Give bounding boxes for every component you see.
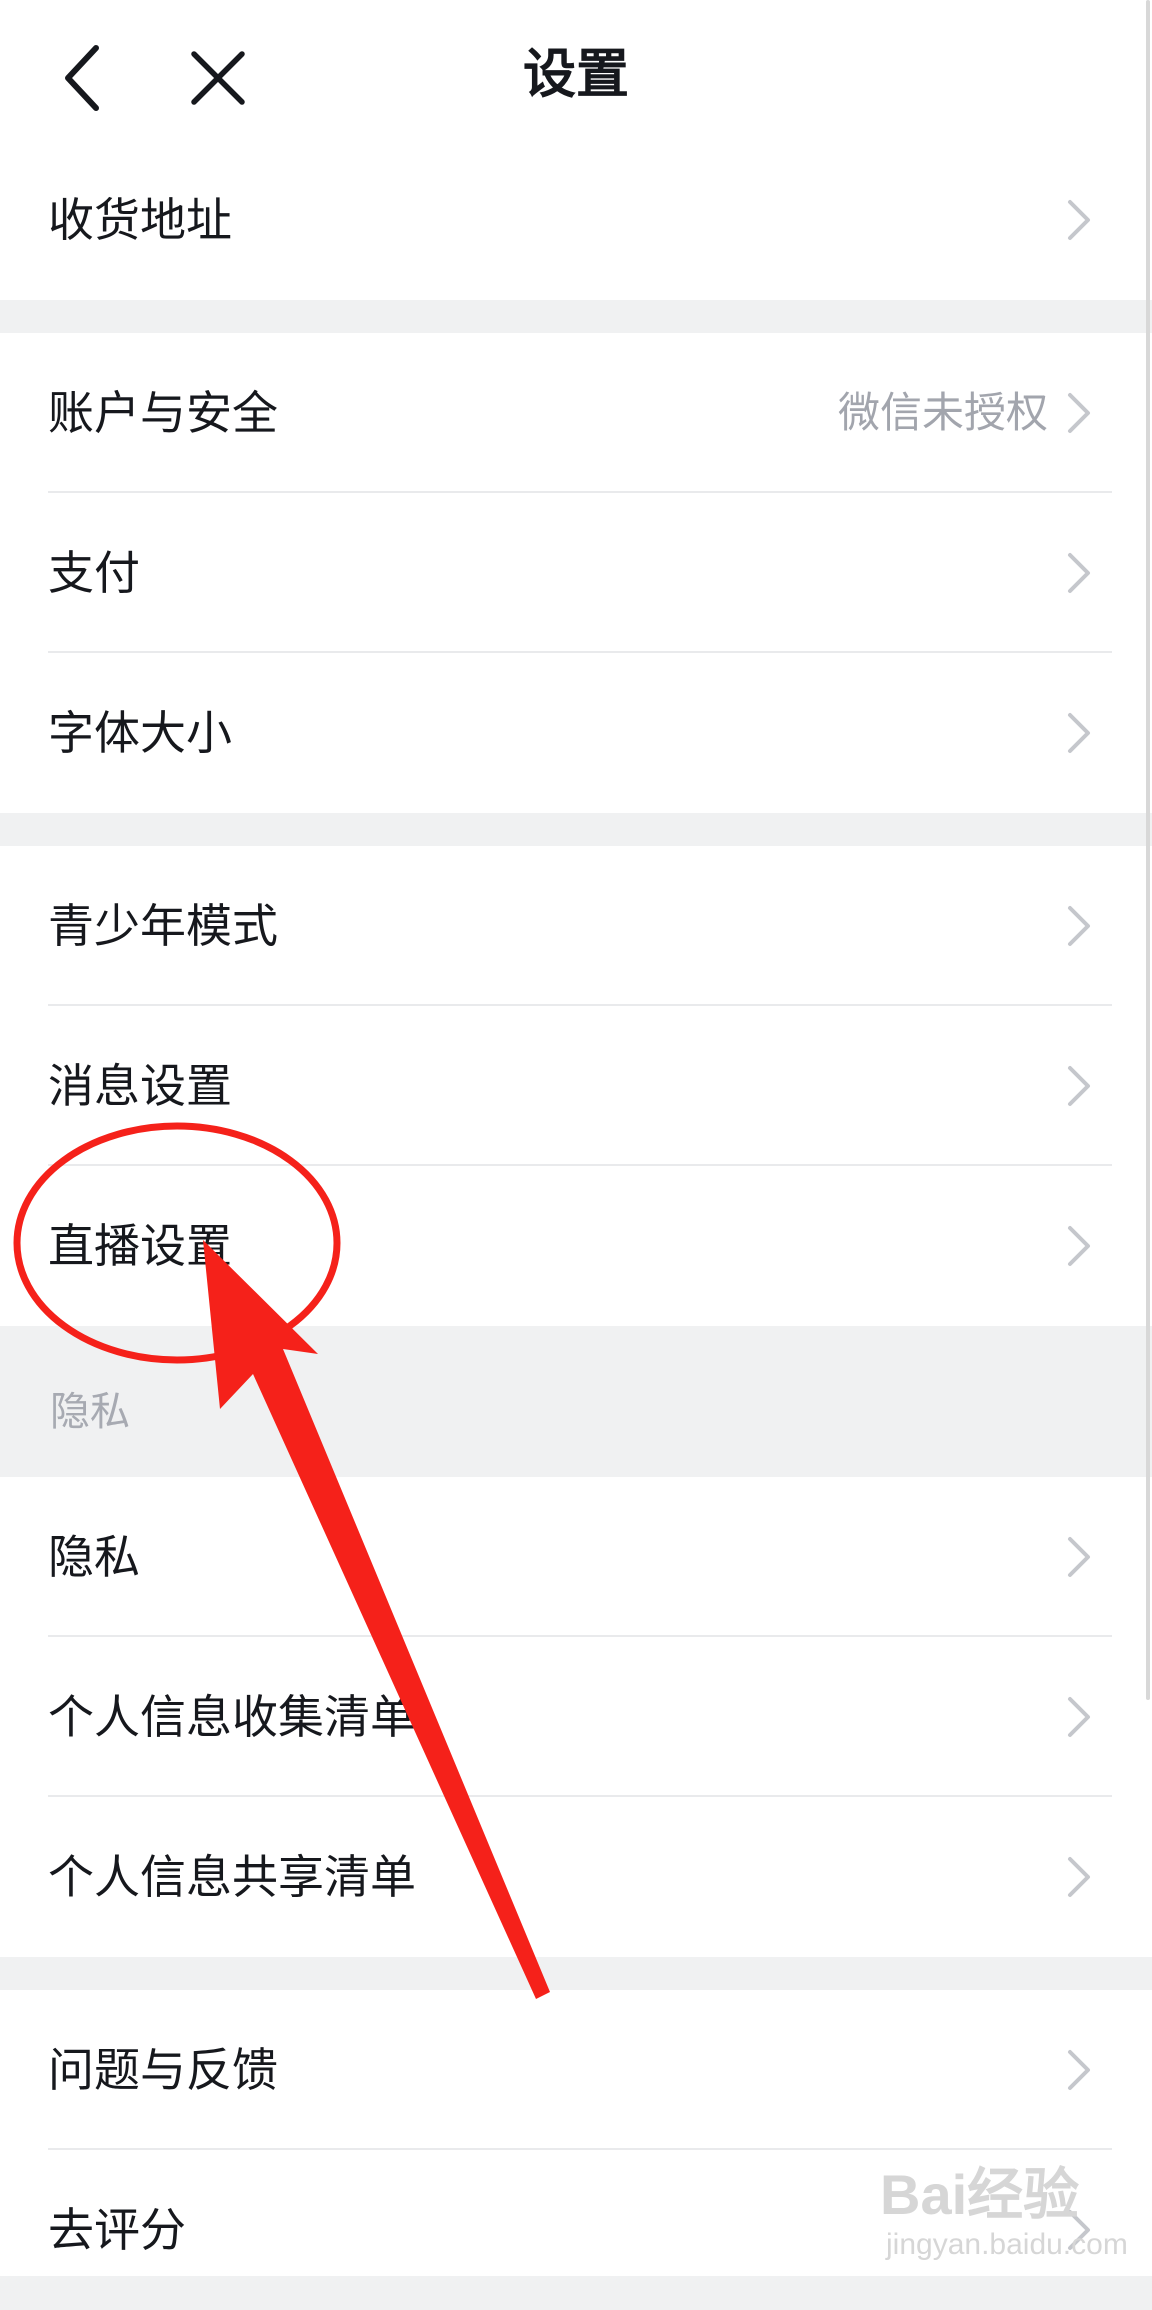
row-live-settings[interactable]: 直播设置	[0, 1166, 1152, 1326]
chevron-right-icon	[1068, 1226, 1090, 1266]
chevron-right-icon	[1068, 553, 1090, 593]
chevron-right-icon	[1068, 1537, 1090, 1577]
privacy-section-header: 隐私	[0, 1327, 1152, 1477]
watermark-url: jingyan.baidu.com	[886, 2228, 1128, 2261]
chevron-right-icon	[1068, 1857, 1090, 1897]
nav-header: 设置	[0, 0, 1152, 150]
row-teen-mode[interactable]: 青少年模式	[0, 846, 1152, 1006]
row-payment[interactable]: 支付	[0, 493, 1152, 653]
scrollbar[interactable]	[1146, 0, 1150, 1700]
row-label: 去评分	[48, 2203, 186, 2257]
row-font-size[interactable]: 字体大小	[0, 653, 1152, 813]
chevron-right-icon	[1068, 906, 1090, 946]
page-title: 设置	[523, 44, 629, 105]
section-title: 隐私	[50, 1389, 130, 1435]
row-label: 问题与反馈	[48, 2043, 278, 2097]
row-label: 支付	[48, 546, 140, 600]
chevron-right-icon	[1068, 200, 1090, 240]
row-message-settings[interactable]: 消息设置	[0, 1006, 1152, 1166]
row-feedback[interactable]: 问题与反馈	[0, 1990, 1152, 2150]
chevron-right-icon	[1068, 1697, 1090, 1737]
row-label: 账户与安全	[48, 386, 278, 440]
chevron-right-icon	[1068, 393, 1090, 433]
row-label: 个人信息共享清单	[48, 1850, 416, 1904]
row-label: 收货地址	[48, 193, 232, 247]
row-personal-info-collection[interactable]: 个人信息收集清单	[0, 1637, 1152, 1797]
row-personal-info-sharing[interactable]: 个人信息共享清单	[0, 1797, 1152, 1957]
row-label: 隐私	[48, 1530, 140, 1584]
chevron-right-icon	[1068, 1066, 1090, 1106]
row-account-security[interactable]: 账户与安全 微信未授权	[0, 333, 1152, 493]
row-label: 字体大小	[48, 706, 232, 760]
wechat-auth-status: 微信未授权	[837, 388, 1048, 437]
row-label: 个人信息收集清单	[48, 1690, 416, 1744]
row-label: 消息设置	[48, 1059, 232, 1113]
chevron-right-icon	[1068, 713, 1090, 753]
row-privacy[interactable]: 隐私	[0, 1477, 1152, 1637]
row-label: 直播设置	[48, 1219, 232, 1273]
baidu-watermark: Bai经验 jingyan.baidu.com	[880, 2150, 1140, 2270]
watermark-brand: Bai经验	[880, 2163, 1080, 2226]
chevron-right-icon	[1068, 2050, 1090, 2090]
row-label: 青少年模式	[48, 899, 278, 953]
row-shipping-address[interactable]: 收货地址	[0, 140, 1152, 300]
